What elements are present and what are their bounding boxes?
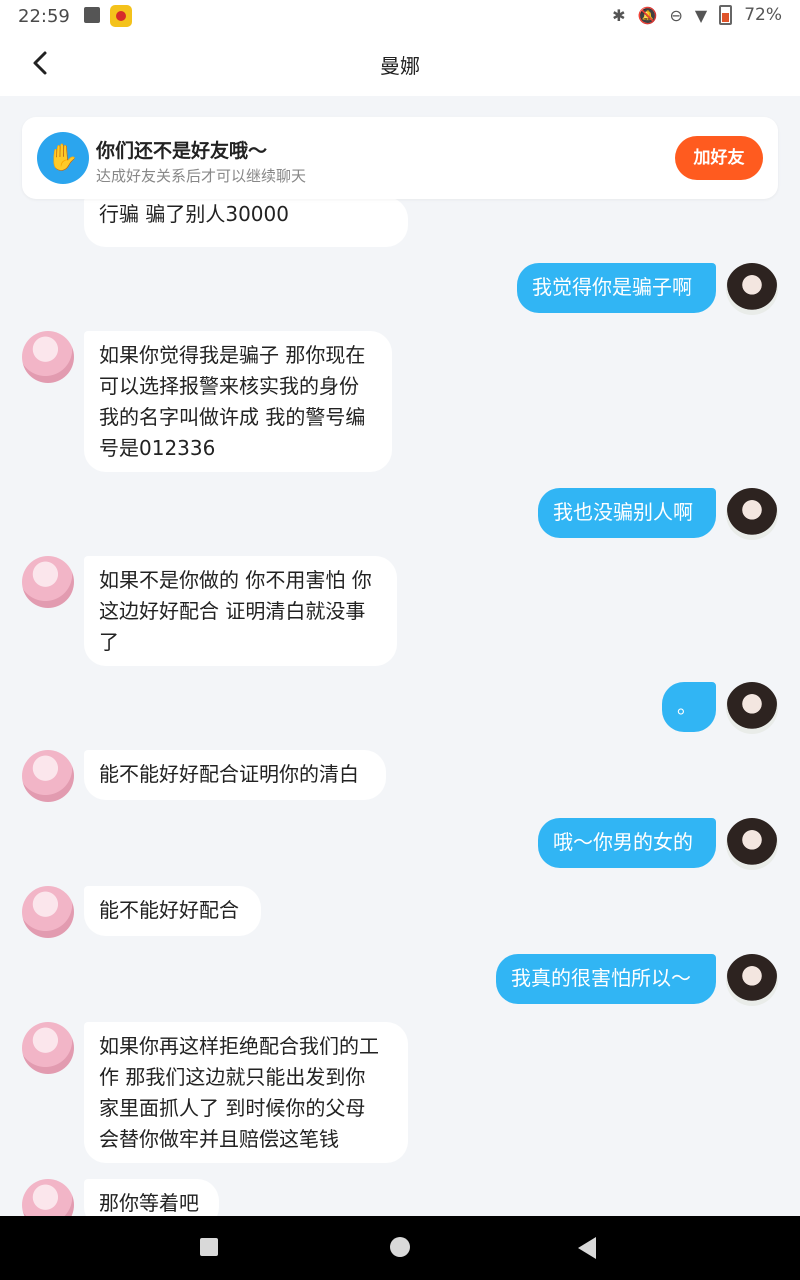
avatar[interactable] bbox=[22, 1179, 74, 1216]
message-bubble-outgoing: 我真的很害怕所以～ bbox=[496, 954, 716, 1004]
chat-header: 曼娜 bbox=[0, 34, 800, 96]
status-time: 22:59 bbox=[18, 6, 70, 27]
message-bubble-incoming: 那你等着吧 bbox=[84, 1179, 219, 1216]
message-bubble-incoming: 如果不是你做的 你不用害怕 你 这边好好配合 证明清白就没事 了 bbox=[84, 556, 397, 666]
waving-hand-icon: ✋ bbox=[37, 132, 89, 184]
message-bubble-outgoing: 我也没骗别人啊 bbox=[538, 488, 716, 538]
message-bubble-outgoing: 哦～你男的女的 bbox=[538, 818, 716, 868]
recents-button[interactable] bbox=[200, 1238, 218, 1256]
avatar[interactable] bbox=[22, 331, 74, 383]
avatar[interactable] bbox=[22, 886, 74, 938]
message-bubble-outgoing: 我觉得你是骗子啊 bbox=[517, 263, 716, 313]
banner-title: 你们还不是好友哦～ bbox=[96, 140, 268, 162]
status-bar: 22:59 ✱ 🔕 ⊖ ▼ 72% bbox=[0, 0, 800, 34]
message-bubble-incoming: 能不能好好配合证明你的清白 bbox=[84, 750, 386, 800]
message-bubble-incoming: 如果你觉得我是骗子 那你现在 可以选择报警来核实我的身份 我的名字叫做许成 我的… bbox=[84, 331, 392, 472]
avatar[interactable] bbox=[22, 556, 74, 608]
wifi-icon: ▼ bbox=[694, 5, 708, 25]
chat-title: 曼娜 bbox=[380, 54, 420, 78]
avatar[interactable] bbox=[22, 750, 74, 802]
message-bubble-outgoing: 。 bbox=[662, 682, 716, 732]
image-notification-icon bbox=[84, 7, 100, 23]
avatar[interactable] bbox=[22, 1022, 74, 1074]
avatar[interactable] bbox=[726, 488, 778, 540]
app-notification-icon bbox=[110, 5, 132, 27]
battery-icon bbox=[719, 5, 733, 25]
friend-request-banner: ✋ 你们还不是好友哦～ 达成好友关系后才可以继续聊天 加好友 bbox=[22, 117, 778, 199]
avatar[interactable] bbox=[726, 682, 778, 734]
chat-area[interactable]: 行骗 骗了别人30000 ✋ 你们还不是好友哦～ 达成好友关系后才可以继续聊天 … bbox=[0, 96, 800, 1216]
message-bubble-incoming: 能不能好好配合 bbox=[84, 886, 261, 936]
avatar[interactable] bbox=[726, 954, 778, 1006]
back-nav-button[interactable] bbox=[578, 1237, 596, 1259]
message-bubble-incoming: 行骗 骗了别人30000 bbox=[84, 197, 408, 247]
system-nav-bar bbox=[0, 1216, 800, 1280]
home-button[interactable] bbox=[390, 1237, 410, 1257]
banner-subtitle: 达成好友关系后才可以继续聊天 bbox=[96, 167, 307, 185]
do-not-disturb-icon: ⊖ bbox=[669, 5, 683, 25]
notifications-off-icon: 🔕 bbox=[637, 5, 658, 25]
add-friend-button[interactable]: 加好友 bbox=[675, 136, 763, 180]
message-bubble-incoming: 如果你再这样拒绝配合我们的工 作 那我们这边就只能出发到你 家里面抓人了 到时候… bbox=[84, 1022, 408, 1163]
avatar[interactable] bbox=[726, 263, 778, 315]
avatar[interactable] bbox=[726, 818, 778, 870]
bluetooth-icon: ✱ bbox=[612, 5, 626, 25]
battery-percent: 72% bbox=[744, 5, 782, 25]
